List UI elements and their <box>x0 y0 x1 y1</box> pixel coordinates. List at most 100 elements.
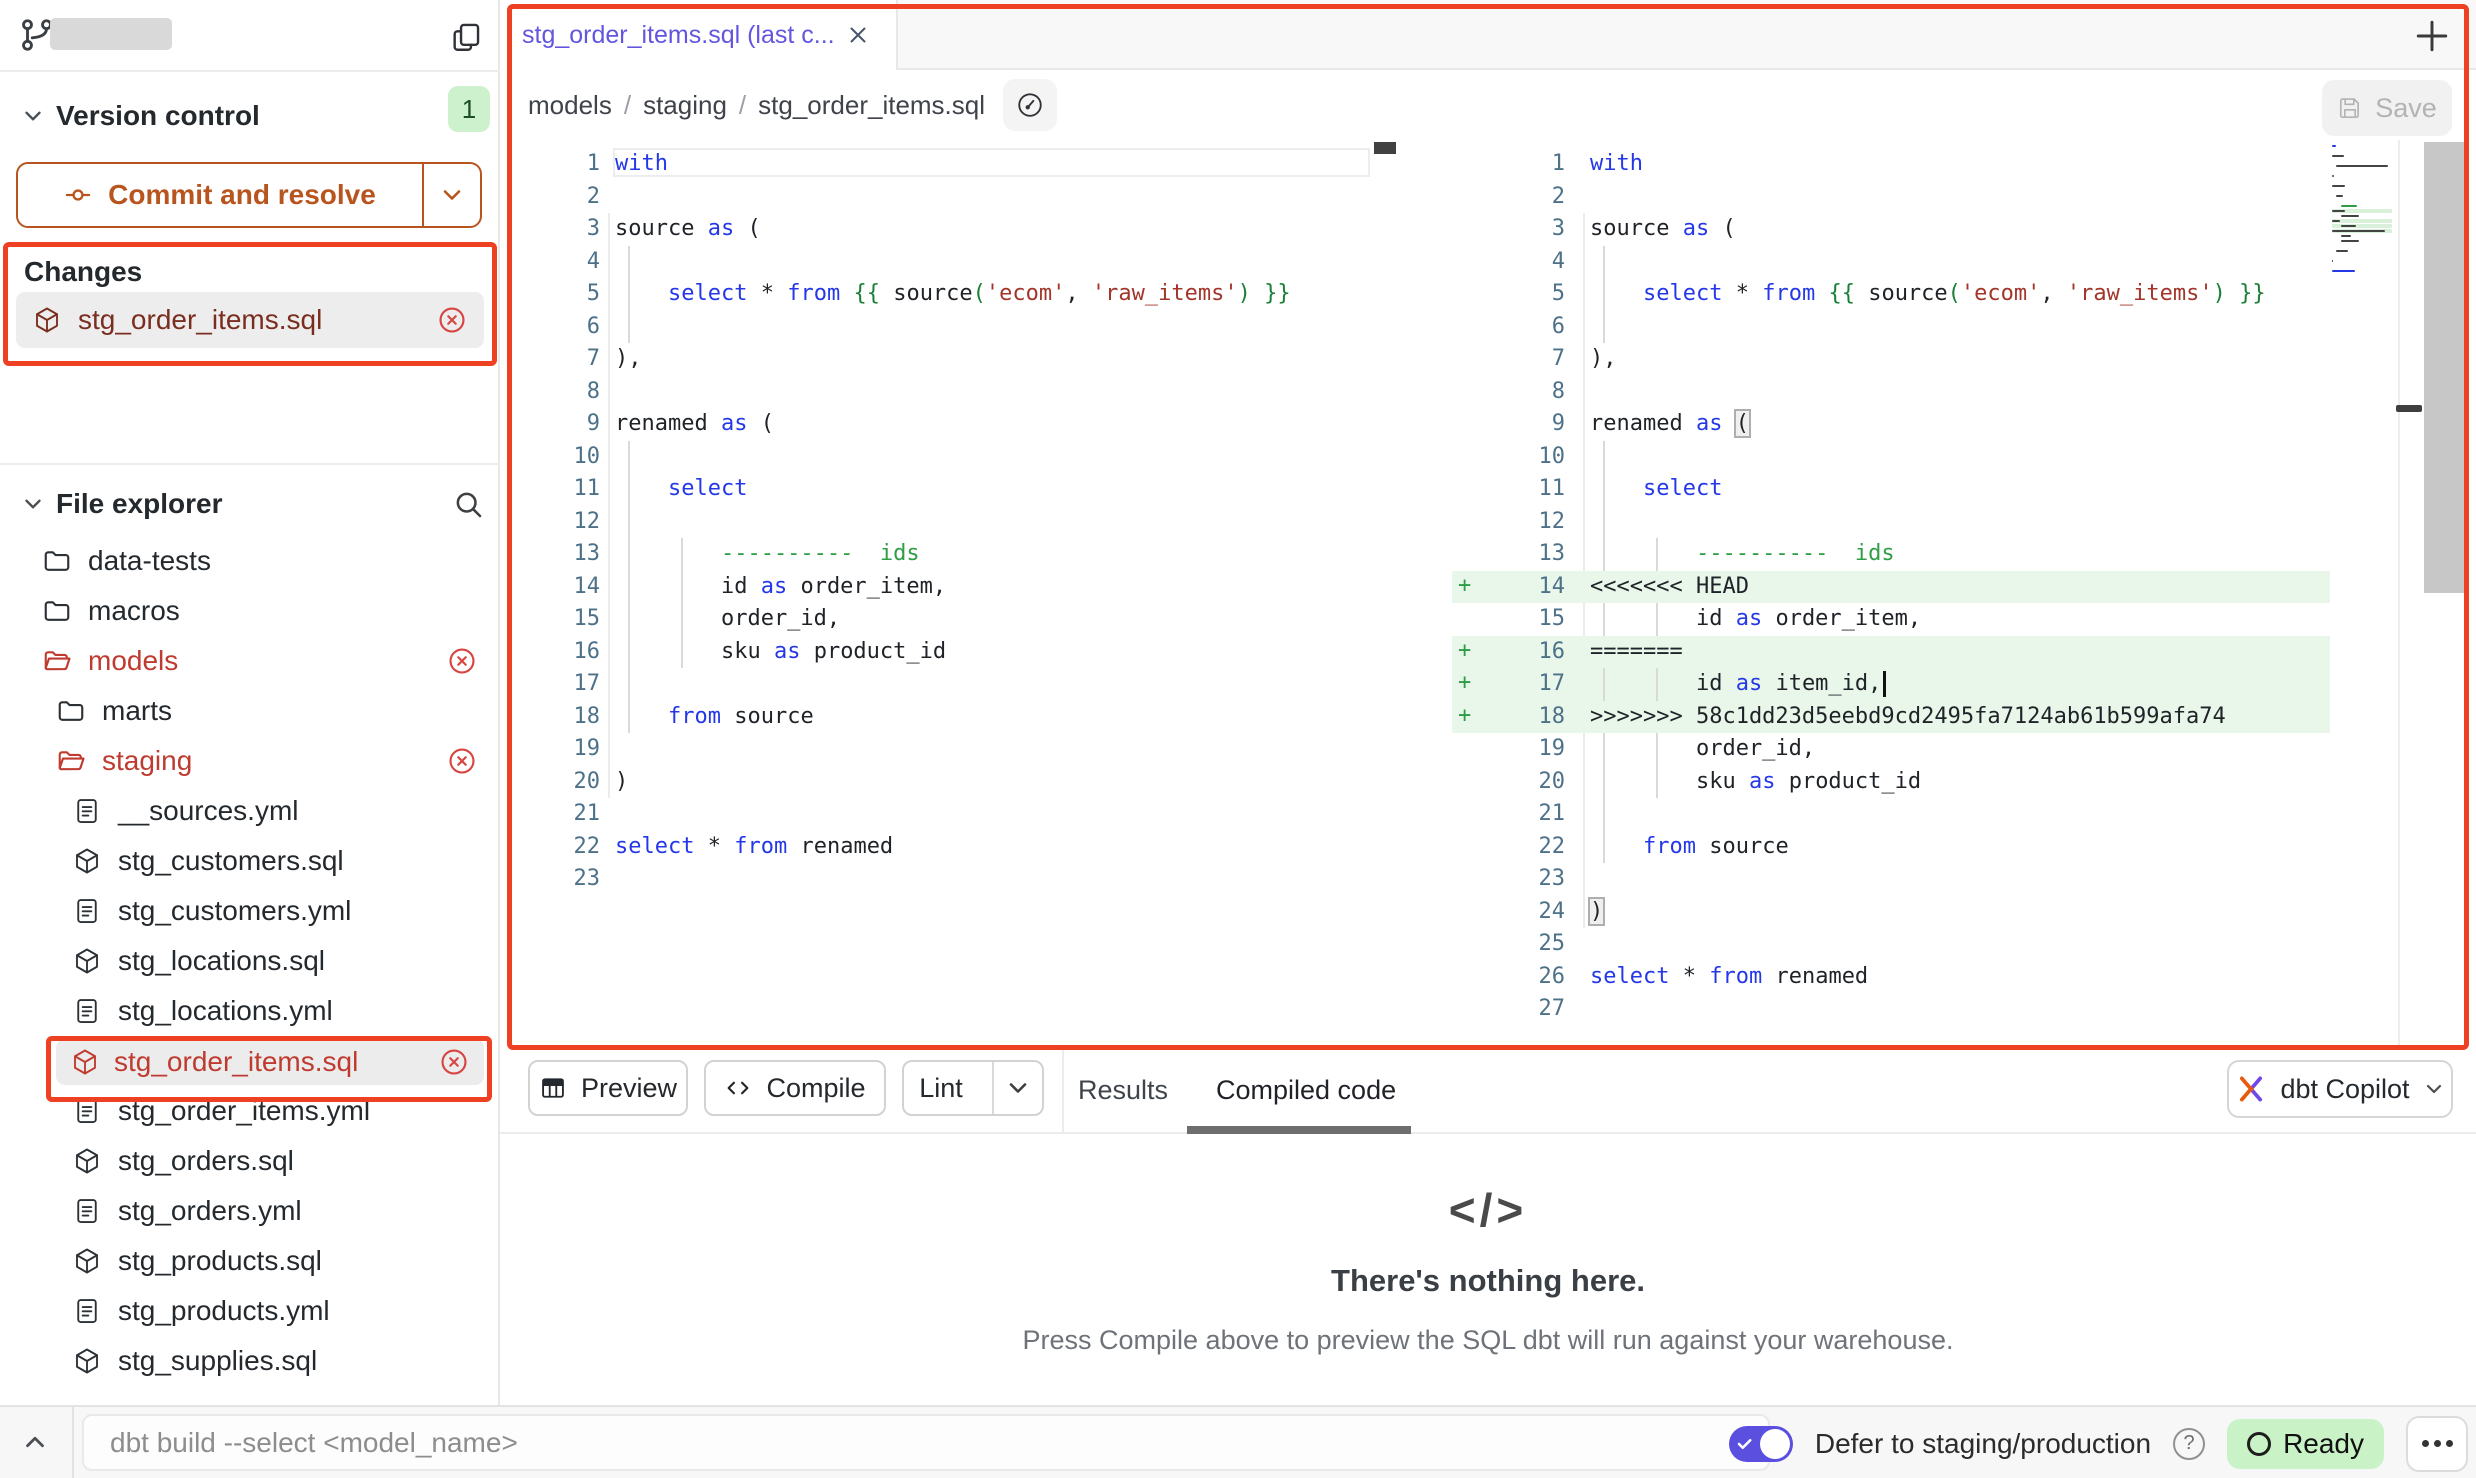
conflict-x-icon[interactable] <box>446 645 478 677</box>
text-cursor <box>1883 671 1886 697</box>
lint-options-caret[interactable] <box>992 1062 1042 1114</box>
active-tab-underline <box>1187 1126 1411 1134</box>
code-line[interactable]: ) <box>615 766 628 799</box>
code-line[interactable]: from source <box>1590 831 1789 864</box>
conflict-x-icon[interactable] <box>438 1046 470 1078</box>
more-options-button[interactable] <box>2406 1416 2468 1472</box>
new-tab-button[interactable] <box>2410 14 2454 58</box>
file-name: stg_locations.yml <box>118 995 333 1027</box>
breadcrumb-separator: / <box>739 90 746 121</box>
file-tree-item-stg-customers-sql[interactable]: stg_customers.sql <box>0 838 500 884</box>
line-number: 27 <box>1495 996 1565 1021</box>
tab-results[interactable]: Results <box>1078 1048 1168 1132</box>
code-line[interactable]: select * from {{ source('ecom', 'raw_ite… <box>1590 278 2266 311</box>
help-icon[interactable]: ? <box>2173 1428 2205 1460</box>
code-line[interactable]: source as ( <box>1590 213 1736 246</box>
file-tree-item-models[interactable]: models <box>0 638 500 684</box>
line-number: 18 <box>1495 704 1565 729</box>
code-line[interactable]: order_id, <box>1590 733 1815 766</box>
dbt-command-input[interactable] <box>82 1414 1770 1471</box>
file-tree-item-stg-products-sql[interactable]: stg_products.sql <box>0 1238 500 1284</box>
right-pane-scrollbar-thumb[interactable] <box>2424 142 2468 593</box>
file-tree-item-macros[interactable]: macros <box>0 588 500 634</box>
file-tree-item-stg-customers-yml[interactable]: stg_customers.yml <box>0 888 500 934</box>
file-tree-item-stg-orders-sql[interactable]: stg_orders.sql <box>0 1138 500 1184</box>
folder-icon <box>56 696 86 726</box>
code-line[interactable]: from source <box>615 701 814 734</box>
dbt-copilot-button[interactable]: dbt Copilot <box>2227 1060 2453 1118</box>
defer-toggle[interactable] <box>1729 1426 1793 1462</box>
close-icon[interactable] <box>845 22 871 48</box>
code-line[interactable]: ), <box>1590 343 1617 376</box>
code-line[interactable]: select * from renamed <box>1590 961 1868 994</box>
chevron-up-icon[interactable] <box>20 1427 50 1457</box>
file-tree-item-stg-products-yml[interactable]: stg_products.yml <box>0 1288 500 1334</box>
line-number: 7 <box>1495 346 1565 371</box>
file-name: stg_customers.yml <box>118 895 351 927</box>
code-line[interactable]: id as order_item, <box>615 571 946 604</box>
breadcrumb-segment[interactable]: staging <box>643 90 727 121</box>
line-number: 8 <box>530 379 600 404</box>
save-button[interactable]: Save <box>2322 80 2452 136</box>
code-line[interactable]: renamed as ( <box>615 408 774 441</box>
code-line[interactable]: >>>>>>> 58c1dd23d5eebd9cd2495fa7124ab61b… <box>1590 701 2226 734</box>
preview-button[interactable]: Preview <box>528 1060 688 1116</box>
code-line[interactable]: select * from renamed <box>615 831 893 864</box>
compile-button[interactable]: Compile <box>704 1060 886 1116</box>
file-tree-item-stg-supplies-sql[interactable]: stg_supplies.sql <box>0 1338 500 1384</box>
code-line[interactable]: renamed as ( <box>1590 408 1749 441</box>
breadcrumb-segment[interactable]: models <box>528 90 612 121</box>
code-line[interactable]: ), <box>615 343 642 376</box>
line-number: 3 <box>530 216 600 241</box>
line-number: 21 <box>1495 801 1565 826</box>
code-line[interactable]: sku as product_id <box>615 636 946 669</box>
tab-compiled-code[interactable]: Compiled code <box>1216 1048 1396 1132</box>
lint-button[interactable]: Lint <box>902 1060 1044 1116</box>
file-tree-item-stg-locations-sql[interactable]: stg_locations.sql <box>0 938 500 984</box>
code-line[interactable]: select <box>615 473 747 506</box>
code-line[interactable]: ) <box>1590 896 1603 929</box>
doc-icon <box>72 1296 102 1326</box>
code-line[interactable]: select * from {{ source('ecom', 'raw_ite… <box>615 278 1291 311</box>
line-number: 20 <box>1495 769 1565 794</box>
code-line[interactable]: source as ( <box>615 213 761 246</box>
code-line[interactable]: id as order_item, <box>1590 603 1921 636</box>
breadcrumb-segment[interactable]: stg_order_items.sql <box>758 90 985 121</box>
code-line[interactable]: ---------- ids <box>1590 538 1895 571</box>
code-line[interactable]: ======= <box>1590 636 1683 669</box>
selected-file-pill[interactable]: stg_order_items.sql <box>56 1039 484 1085</box>
file-tree-item-stg-order-items-yml[interactable]: stg_order_items.yml <box>0 1088 500 1134</box>
file-name: stg_order_items.yml <box>118 1095 370 1127</box>
file-tree-item-stg-locations-yml[interactable]: stg_locations.yml <box>0 988 500 1034</box>
file-tree-item--sources-yml[interactable]: __sources.yml <box>0 788 500 834</box>
code-line[interactable]: <<<<<<< HEAD <box>1590 571 1749 604</box>
code-line[interactable]: id as item_id, <box>1590 668 1886 701</box>
code-line[interactable]: sku as product_id <box>1590 766 1921 799</box>
tab-stg-order-items[interactable]: stg_order_items.sql (last c... <box>500 0 898 70</box>
diff-editor[interactable]: 1with23source as (45 select * from {{ so… <box>500 140 2476 1048</box>
code-line[interactable]: with <box>1590 148 1643 181</box>
lint-label[interactable]: Lint <box>904 1073 978 1104</box>
file-tree-item-staging[interactable]: staging <box>0 738 500 784</box>
line-number: 6 <box>530 314 600 339</box>
code-line[interactable]: order_id, <box>615 603 840 636</box>
code-line[interactable]: ---------- ids <box>615 538 920 571</box>
folder-icon <box>42 546 72 576</box>
file-tree-item-stg-orders-yml[interactable]: stg_orders.yml <box>0 1188 500 1234</box>
line-number: 15 <box>530 606 600 631</box>
conflict-x-icon[interactable] <box>446 745 478 777</box>
lineage-gauge-icon[interactable] <box>1003 79 1057 131</box>
pane-divider-handle[interactable] <box>2396 405 2422 412</box>
model-icon <box>72 946 102 976</box>
code-line[interactable]: with <box>615 148 668 181</box>
left-pane-scrollbar-thumb[interactable] <box>1374 142 1396 154</box>
file-tree-item-marts[interactable]: marts <box>0 688 500 734</box>
line-number: 12 <box>530 509 600 534</box>
code-line[interactable]: select <box>1590 473 1722 506</box>
editor-tab-bar: stg_order_items.sql (last c... <box>500 0 2476 70</box>
file-tree-item-stg-order-items-sql[interactable]: stg_order_items.sql <box>0 1038 500 1084</box>
line-number: 19 <box>1495 736 1565 761</box>
tab-label: stg_order_items.sql (last c... <box>522 21 835 50</box>
file-tree-item-data-tests[interactable]: data-tests <box>0 538 500 584</box>
line-number: 11 <box>530 476 600 501</box>
